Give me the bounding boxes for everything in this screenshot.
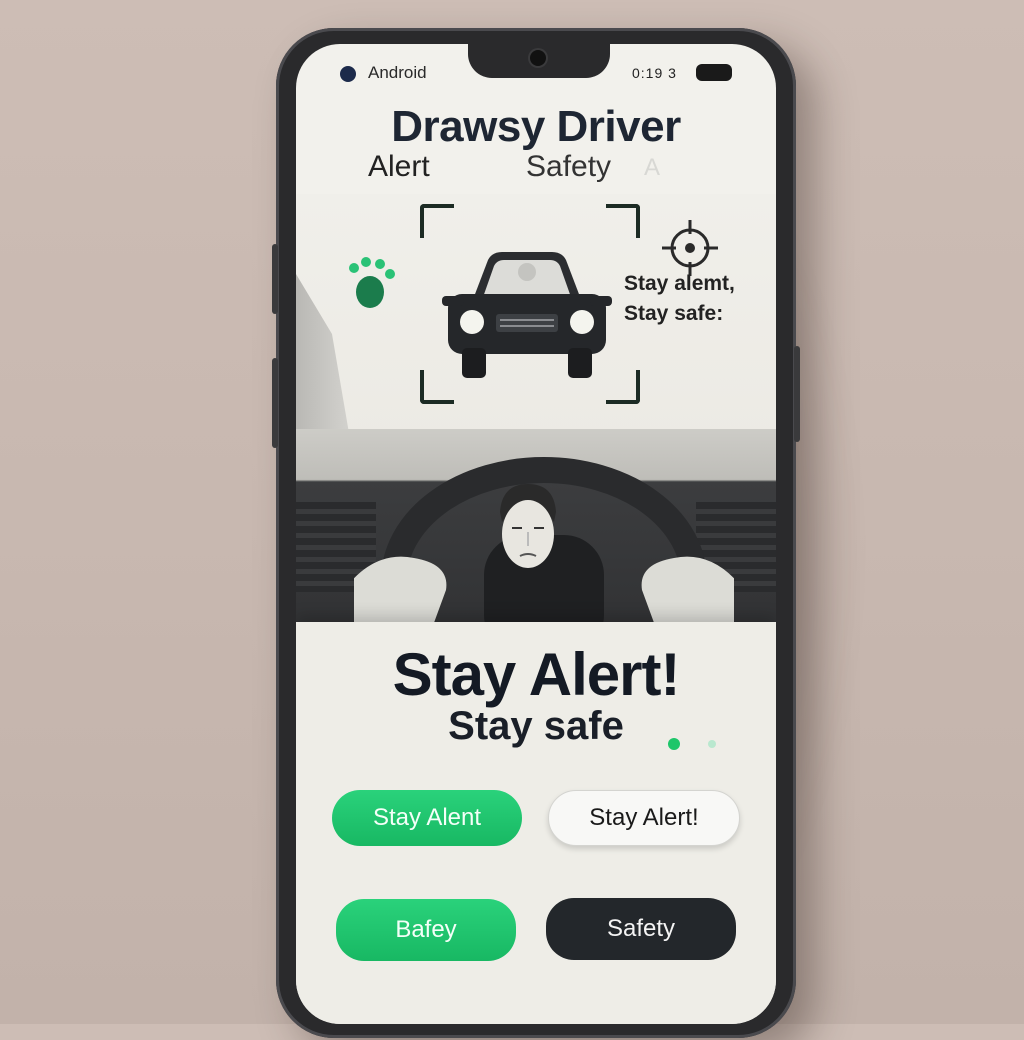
side-note-line2: Stay safe: (624, 302, 724, 325)
indicator-dot (668, 738, 680, 750)
battery-icon (696, 64, 732, 81)
side-button-right (794, 346, 800, 442)
safety-button-dark[interactable]: Safety (546, 898, 736, 960)
status-dot-icon (340, 66, 356, 82)
side-note-line1: Stay alemt, (624, 272, 735, 295)
drowsy-face-icon (500, 484, 556, 568)
target-icon (662, 220, 718, 276)
focus-bracket-top-left (420, 204, 454, 238)
safety-button-primary[interactable]: Bafey (336, 899, 516, 961)
alert-headline: Stay Alert! (392, 641, 681, 708)
subtitle-safety: Safety (526, 150, 612, 183)
notch (468, 44, 610, 78)
alert-subline: Stay safe (448, 704, 624, 748)
subtitle-faint: A (644, 154, 661, 181)
footprints-icon (349, 257, 395, 308)
status-time: 0:19 3 (632, 65, 677, 81)
stay-alert-button-secondary[interactable]: Stay Alert! (548, 790, 740, 846)
status-os-label: Android (368, 63, 427, 82)
car-icon (442, 252, 612, 378)
stay-alert-button-primary[interactable]: Stay Alent (332, 790, 522, 846)
phone-screen: Android 0:19 3 Drawsy Driver Alert Safet… (296, 44, 776, 1024)
app-title: Drawsy Driver (391, 102, 681, 151)
camera-icon (530, 50, 546, 66)
power-button (272, 358, 278, 448)
indicator-dot-faint (708, 740, 716, 748)
focus-bracket-top-right (606, 204, 640, 238)
subtitle-alert: Alert (368, 150, 430, 183)
volume-button (272, 244, 278, 314)
